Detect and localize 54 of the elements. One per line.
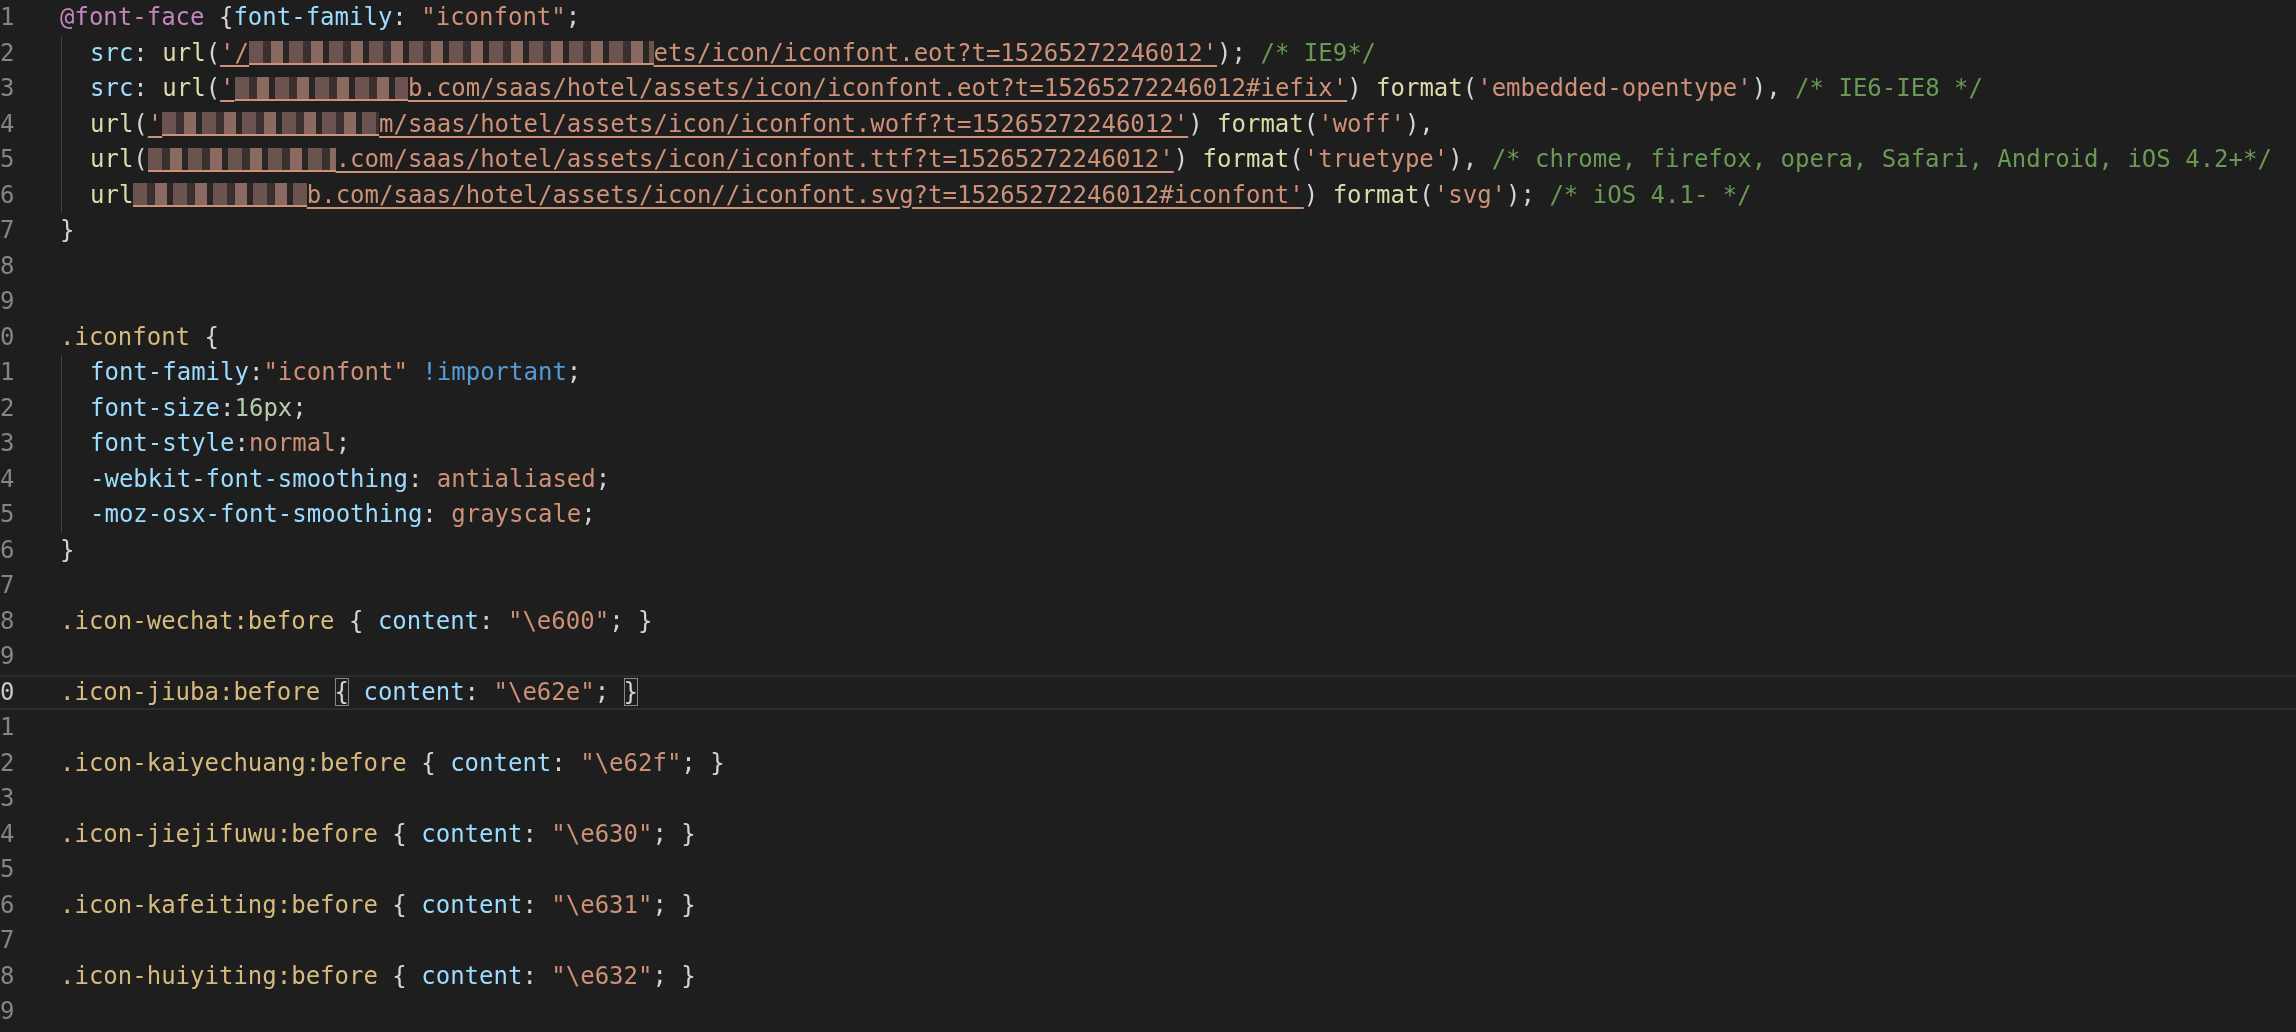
- code-text: url: [90, 179, 134, 211]
- code-text: .icon-huiyiting:before { content: "\e632"; }: [60, 960, 696, 992]
- code-text: -moz-osx-font-smoothing: grayscale;: [90, 499, 596, 530]
- line-number: 2: [0, 747, 16, 779]
- line-number: 7: [0, 570, 16, 601]
- code-text: -webkit-font-smoothing: antialiased;: [90, 463, 611, 495]
- line-number: 4: [0, 108, 16, 140]
- line-number: 0: [0, 321, 16, 353]
- code-text: .iconfont {: [60, 321, 219, 353]
- code-text: m/saas/hotel/assets/icon/iconfont.woff?t=15265272246012') format('woff'),: [379, 108, 1434, 140]
- line-number: 4: [0, 463, 16, 495]
- line-number: 6: [0, 179, 16, 211]
- code-text: font-family:"iconfont" !important;: [90, 357, 582, 388]
- code-text: .icon-wechat:before { content: "\e600"; }: [60, 605, 653, 637]
- code-text: b.com/saas/hotel/assets/icon//iconfont.svg?t=15265272246012#iconfont') format('svg'); /* iOS 4.1- */: [306, 179, 1752, 211]
- line-number: 9: [0, 996, 16, 1027]
- code-text: .icon-jiejifuwu:before { content: "\e630"; }: [60, 818, 696, 850]
- line-number: 6: [0, 889, 16, 921]
- code-text: .icon-kaiyechuang:before { content: "\e62f"; }: [60, 747, 725, 779]
- line-number: 5: [0, 144, 16, 175]
- code-text: font-size:16px;: [90, 392, 307, 424]
- code-text: b.com/saas/hotel/assets/icon/iconfont.eot?t=15265272246012#iefix') format('embedded-opentype'), /* IE6-IE8 */: [407, 73, 1983, 104]
- line-number: 6: [0, 534, 16, 566]
- code-text: }: [60, 215, 75, 246]
- code-text: .icon-kafeiting:before { content: "\e631"; }: [60, 889, 696, 921]
- line-number: 4: [0, 818, 16, 850]
- line-number: 8: [0, 960, 16, 992]
- code-text: font-style:normal;: [90, 428, 351, 459]
- code-text: url(': [90, 108, 163, 140]
- line-number: 8: [0, 605, 16, 637]
- line-number: 2: [0, 392, 16, 424]
- code-text: url(: [90, 144, 148, 175]
- line-number: 3: [0, 428, 16, 459]
- line-number: 7: [0, 215, 16, 246]
- line-number: 9: [0, 641, 16, 672]
- code-text: .icon-jiuba:before { content: "\e62e"; }: [60, 676, 638, 708]
- code-text: src: url(': [90, 73, 235, 104]
- line-number: 1: [0, 2, 16, 33]
- line-number: 3: [0, 73, 16, 104]
- code-text: }: [60, 534, 75, 566]
- code-text: @font-face {font-family: "iconfont";: [60, 2, 581, 33]
- line-number: 5: [0, 854, 16, 885]
- line-number: 9: [0, 286, 16, 317]
- line-number: 7: [0, 925, 16, 956]
- line-number: 1: [0, 357, 16, 388]
- code-text: src: url('/: [90, 37, 249, 69]
- line-number: 1: [0, 712, 16, 743]
- code-text: ets/icon/iconfont.eot?t=15265272246012'); /* IE9*/: [653, 37, 1377, 69]
- code-text: .com/saas/hotel/assets/icon/iconfont.ttf?t=15265272246012') format('truetype'), /* chrome, firefox, opera, Safari, Android, iOS 4.2+*/: [335, 144, 2272, 175]
- line-number: 0: [0, 676, 16, 708]
- line-number: 3: [0, 783, 16, 814]
- line-number: 2: [0, 37, 16, 69]
- line-number: 5: [0, 499, 16, 530]
- line-number: 8: [0, 250, 16, 282]
